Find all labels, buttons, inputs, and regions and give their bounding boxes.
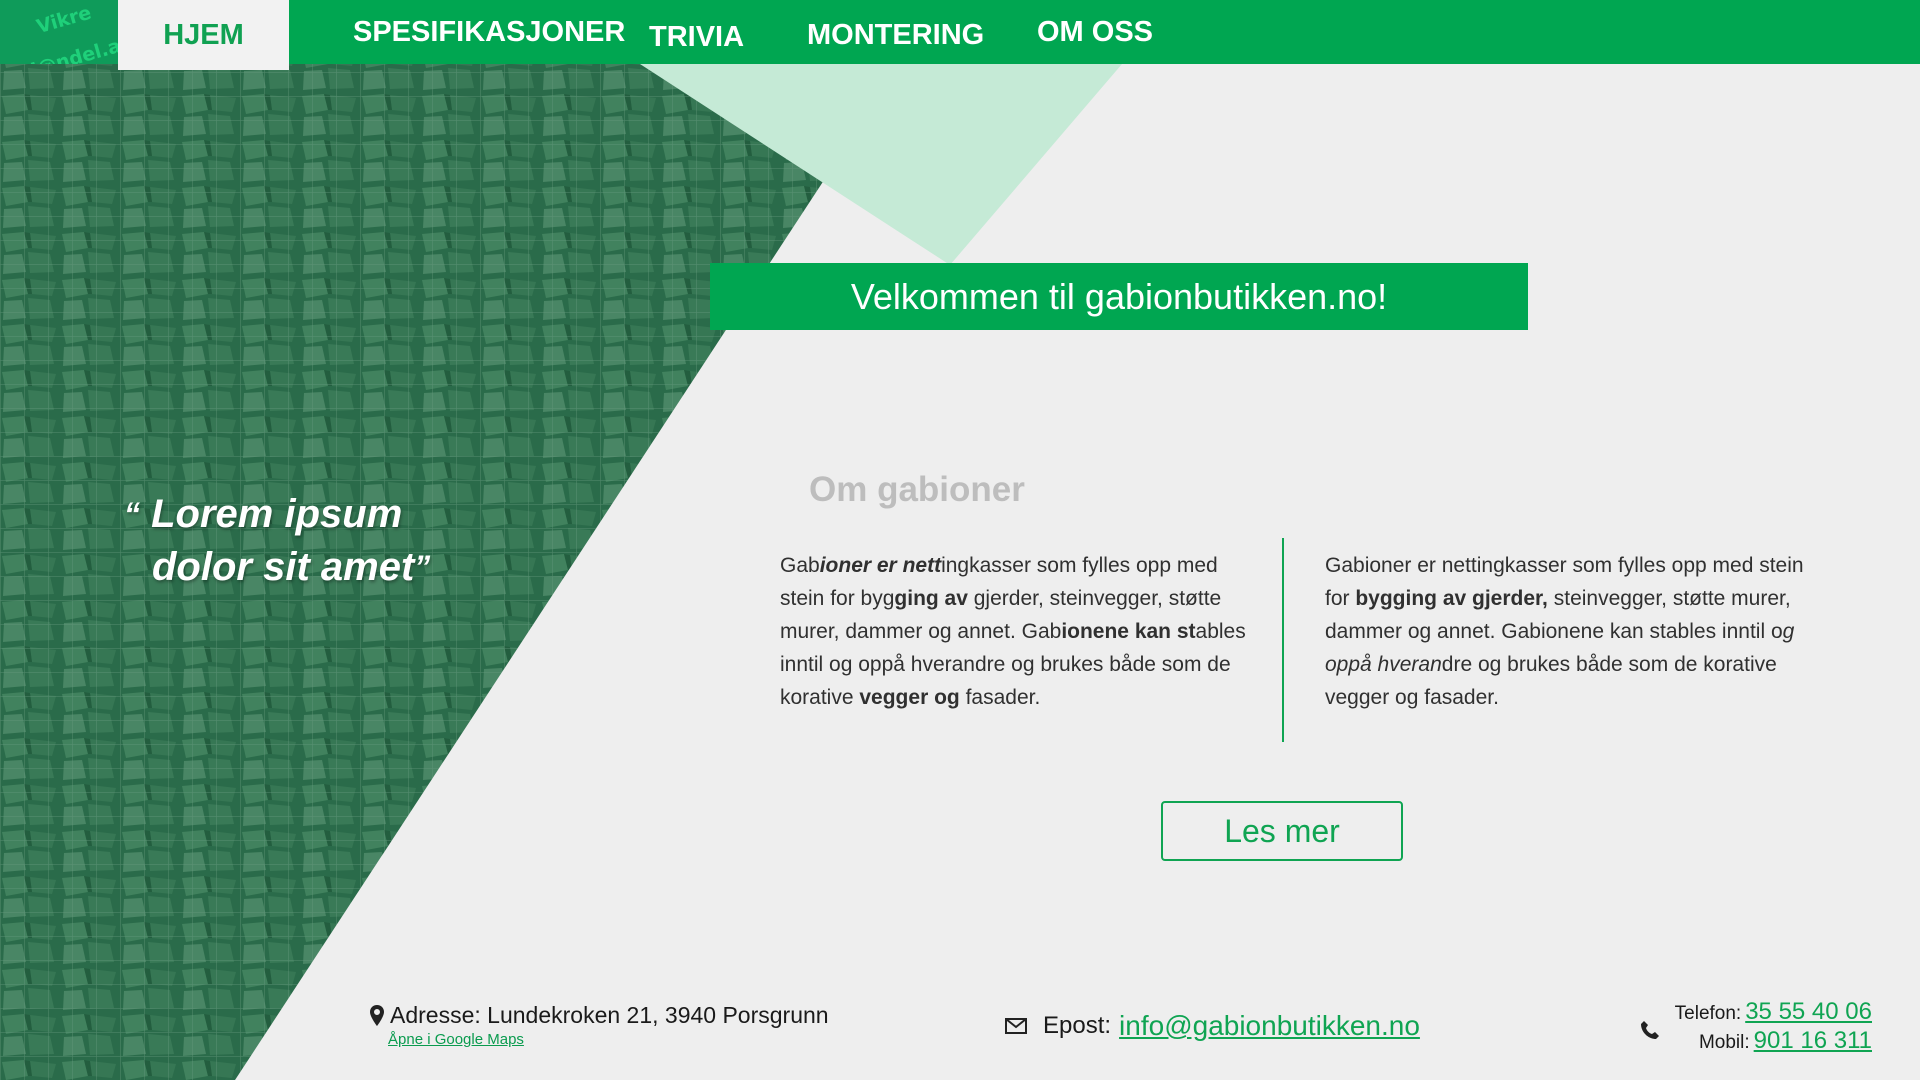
column-divider [1282, 538, 1284, 742]
hero-quote: “ Lorem ipsum dolor sit amet” [124, 488, 430, 594]
nav-item-om-oss[interactable]: OM OSS [1037, 0, 1153, 64]
section-title-om-gabioner: Om gabioner [809, 470, 1025, 509]
address-text: Adresse: Lundekroken 21, 3940 Porsgrunn [390, 1002, 829, 1028]
phone-icon [1641, 1021, 1659, 1039]
quote-close-mark: ” [414, 549, 431, 585]
quote-open-mark: “ [124, 496, 140, 532]
about-column-2: Gabioner er nettingkasser som fylles opp… [1325, 554, 1804, 709]
footer-phone: Telefon: 35 55 40 06 Mobil: 901 16 311 [1640, 998, 1872, 1058]
logo-line2: H@ndel.as [19, 31, 118, 64]
email-label: Epost: [1043, 1012, 1112, 1039]
footer-address: Adresse: Lundekroken 21, 3940 Porsgrunn … [370, 1002, 829, 1048]
phone-label: Telefon: [1674, 1003, 1742, 1024]
quote-line2: dolor sit amet [152, 545, 415, 589]
about-column-1: Gabioner er nettingkasser som fylles opp… [780, 554, 1246, 709]
mail-icon [1005, 1018, 1027, 1034]
google-maps-link[interactable]: Åpne i Google Maps [388, 1031, 829, 1048]
mobile-number-link[interactable]: 901 16 311 [1754, 1027, 1872, 1054]
nav-item-trivia[interactable]: TRIVIA [649, 5, 744, 69]
mobile-label: Mobil: [1698, 1032, 1750, 1053]
read-more-button[interactable]: Les mer [1161, 801, 1403, 861]
email-link[interactable]: info@gabionbutikken.no [1119, 1010, 1420, 1042]
quote-line1: Lorem ipsum [151, 492, 403, 536]
phone-number-link[interactable]: 35 55 40 06 [1745, 998, 1872, 1025]
nav-item-spesifikasjoner[interactable]: SPESIFIKASJONER [353, 0, 625, 64]
welcome-banner: Velkommen til gabionbutikken.no! [710, 263, 1528, 330]
location-pin-icon [370, 1005, 384, 1026]
logo-line1: Vikre [34, 1, 94, 39]
nav-item-hjem[interactable]: HJEM [118, 0, 289, 70]
site-logo[interactable]: Vikre H@ndel.as [0, 0, 118, 64]
footer-email: Epost: info@gabionbutikken.no [1005, 1010, 1420, 1042]
nav-item-montering[interactable]: MONTERING [807, 3, 984, 67]
